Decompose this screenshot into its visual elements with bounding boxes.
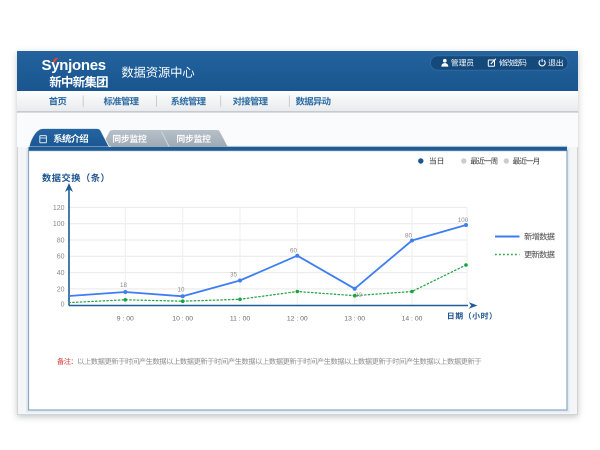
- svg-text:100: 100: [53, 221, 65, 228]
- svg-text:9 : 00: 9 : 00: [117, 316, 134, 323]
- svg-text:11 : 00: 11 : 00: [230, 316, 251, 323]
- svg-text:10: 10: [178, 287, 185, 294]
- svg-text:12 : 00: 12 : 00: [287, 316, 308, 323]
- svg-text:35: 35: [230, 272, 237, 279]
- svg-text:0: 0: [61, 302, 65, 309]
- svg-text:13 : 00: 13 : 00: [344, 316, 365, 323]
- svg-text:40: 40: [57, 270, 65, 277]
- svg-text:14 : 00: 14 : 00: [402, 316, 423, 323]
- svg-text:120: 120: [53, 205, 65, 212]
- svg-text:60: 60: [57, 254, 65, 261]
- svg-text:20: 20: [57, 286, 65, 293]
- svg-text:80: 80: [57, 237, 65, 244]
- svg-text:Synjones: Synjones: [42, 57, 106, 74]
- svg-text:80: 80: [405, 232, 412, 239]
- svg-text:100: 100: [458, 217, 469, 224]
- svg-text:20: 20: [355, 292, 362, 299]
- svg-text:60: 60: [290, 248, 297, 255]
- svg-text:18: 18: [120, 282, 127, 289]
- svg-text:10 : 00: 10 : 00: [172, 316, 193, 323]
